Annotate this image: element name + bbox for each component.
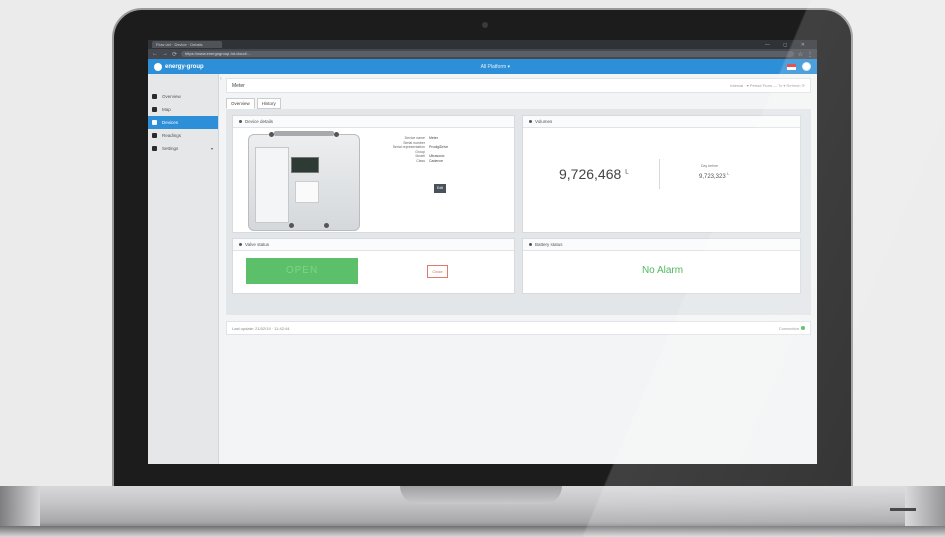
day-before-unit: L	[727, 172, 730, 176]
card-title: Device details	[245, 119, 274, 124]
brand-name: energy-group	[165, 63, 204, 70]
device-icon	[152, 120, 157, 125]
readings-icon	[152, 133, 157, 138]
last-update-text: Last update: 21/02/19 · 11:42:44	[232, 325, 290, 331]
card-title: Valve status	[245, 242, 270, 247]
info-value: Cadence	[429, 158, 444, 163]
sidebar-item-label: Devices	[162, 120, 179, 125]
user-avatar-icon[interactable]	[801, 62, 811, 71]
card-header: Volumes	[523, 116, 800, 128]
card-header: Valve status	[233, 239, 514, 251]
back-icon[interactable]: ←	[152, 51, 158, 57]
valve-status-card: Valve status OPEN Close	[232, 238, 515, 294]
sidebar-item-label: Settings	[162, 146, 179, 151]
language-flag-icon[interactable]	[786, 63, 796, 70]
card-title: Battery status	[535, 242, 563, 247]
sidebar-item-settings[interactable]: Settings ▾	[148, 142, 218, 155]
reload-icon[interactable]: ⟳	[172, 51, 177, 58]
tab-bar: Overview History	[226, 98, 811, 109]
power-indicator	[890, 508, 916, 511]
device-details-card: Device details Device name Meter Serial …	[232, 115, 515, 233]
base-edge-left	[0, 486, 40, 526]
info-value: Meter	[429, 136, 438, 140]
star-icon[interactable]: ☆	[798, 51, 803, 58]
total-volume-unit: L	[625, 169, 629, 176]
connection-status: Connection	[779, 326, 805, 331]
info-icon	[239, 120, 242, 123]
day-before-label: Day before	[701, 164, 719, 168]
window-controls[interactable]: — ◻ ✕	[765, 42, 817, 48]
sidebar-item-label: Readings	[162, 133, 182, 138]
laptop-screen: Flow ctrl · Device · Details — ◻ ✕ ← → ⟳…	[148, 40, 817, 464]
total-volume-value: 9,726,468	[559, 166, 622, 182]
device-info-table: Device name Meter Serial number Serial re…	[383, 136, 448, 164]
dashboard-icon	[152, 94, 157, 99]
chevron-down-icon: ▾	[210, 146, 213, 151]
status-footer: Last update: 21/02/19 · 11:42:44 Connect…	[226, 321, 811, 335]
main-content: Meter Interval · ▾ Period From — To ▾ Re…	[226, 78, 811, 335]
app-header: energy-group All Platform ▾	[148, 59, 817, 74]
total-volume: 9,726,468 L	[559, 166, 629, 182]
browser-tab-strip: Flow ctrl · Device · Details — ◻ ✕	[148, 40, 817, 49]
app-body: Overview Map Devices Readings Settings ▾…	[148, 74, 817, 464]
card-header: Battery status	[523, 239, 800, 251]
laptop-scene: Flow ctrl · Device · Details — ◻ ✕ ← → ⟳…	[0, 0, 945, 537]
day-before-value: 9,723,323	[699, 174, 726, 180]
base-shadow	[0, 526, 945, 537]
meter-image	[248, 131, 360, 231]
connection-label: Connection	[778, 325, 799, 331]
connection-dot-icon	[801, 326, 805, 330]
valve-open-button[interactable]: OPEN	[246, 258, 358, 284]
tab-overview[interactable]: Overview	[226, 98, 255, 109]
page-header: Meter Interval · ▾ Period From — To ▾ Re…	[226, 78, 811, 93]
battery-status-card: Battery status No Alarm	[522, 238, 801, 294]
battery-icon	[529, 243, 532, 246]
sidebar-item-label: Map	[162, 107, 171, 112]
base-edge-right	[905, 486, 945, 526]
info-key: Class	[416, 158, 425, 163]
brand-logo-icon	[154, 62, 162, 71]
valve-close-button[interactable]: Close	[427, 265, 448, 278]
webcam	[482, 22, 488, 28]
valve-icon	[239, 243, 242, 246]
card-header: Device details	[233, 116, 514, 128]
period-toolbar[interactable]: Interval · ▾ Period From — To ▾ Refresh …	[730, 83, 805, 88]
edit-button[interactable]: Edit	[434, 184, 446, 193]
map-icon	[152, 107, 157, 112]
tab-history[interactable]: History	[256, 98, 281, 109]
divider	[659, 159, 660, 189]
address-bar[interactable]: https://www.energogroup-hd.cloud/...	[181, 51, 794, 57]
overview-panel: Device details Device name Meter Serial …	[226, 109, 811, 315]
sidebar-item-overview[interactable]: Overview	[148, 90, 218, 103]
volume-icon	[529, 120, 532, 123]
volumes-card: Volumes 9,726,468 L Day before 9,723,323…	[522, 115, 801, 233]
menu-icon[interactable]: ⋮	[807, 51, 813, 58]
sidebar-item-readings[interactable]: Readings	[148, 129, 218, 142]
sidebar: Overview Map Devices Readings Settings ▾	[148, 74, 219, 464]
page-title: Meter	[232, 82, 245, 89]
sidebar-item-label: Overview	[162, 94, 181, 99]
browser-toolbar: ← → ⟳ https://www.energogroup-hd.cloud/.…	[148, 49, 817, 59]
sidebar-item-map[interactable]: Map	[148, 103, 218, 116]
browser-tab[interactable]: Flow ctrl · Device · Details	[152, 41, 222, 48]
day-before-volume: 9,723,323 L	[699, 172, 729, 180]
card-title: Volumes	[535, 119, 553, 124]
forward-icon[interactable]: →	[162, 51, 168, 57]
sidebar-collapse-icon[interactable]: ‹	[220, 76, 222, 82]
battery-alarm-status: No Alarm	[641, 265, 684, 276]
settings-icon	[152, 146, 157, 151]
lid-opening-notch	[400, 486, 562, 504]
info-value: ProdigiDrive	[429, 145, 449, 150]
platform-selector[interactable]: All Platform ▾	[481, 64, 510, 70]
sidebar-item-devices[interactable]: Devices	[148, 116, 218, 129]
